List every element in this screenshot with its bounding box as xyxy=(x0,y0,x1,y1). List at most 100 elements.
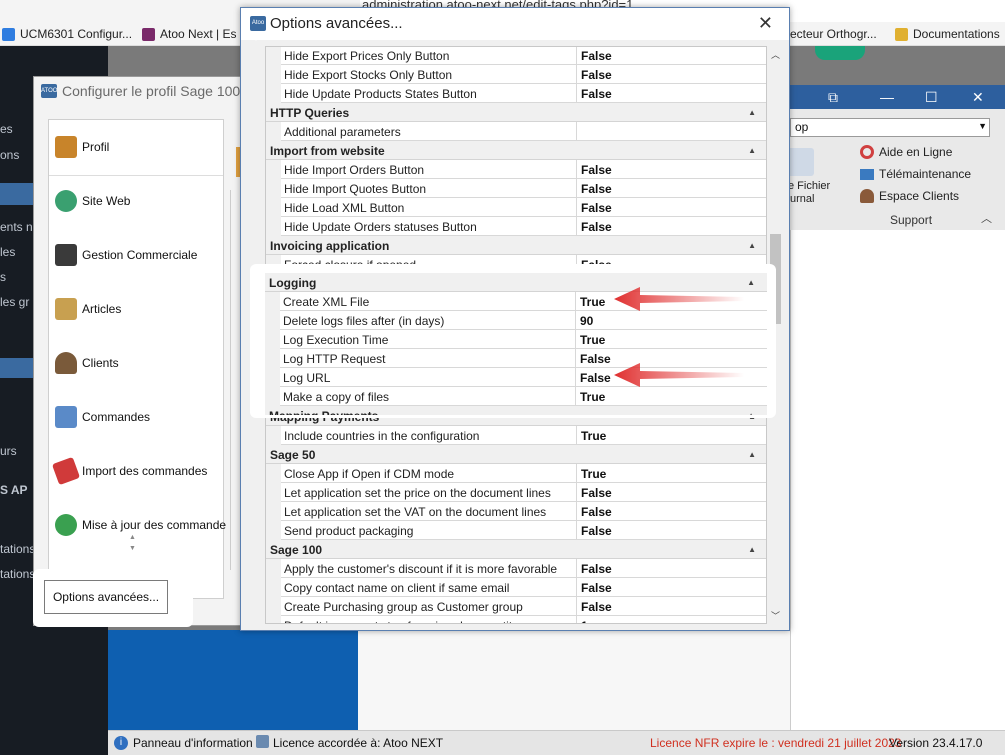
profile-combo[interactable]: op ▼ xyxy=(790,118,990,137)
aide-en-ligne-button[interactable]: Aide en Ligne xyxy=(860,145,952,159)
collapse-triangle-icon[interactable]: ▲ xyxy=(748,545,756,554)
property-row[interactable]: Let application set the price on the doc… xyxy=(266,483,766,502)
property-row[interactable]: Default increment step for prices by qua… xyxy=(266,616,766,623)
property-row[interactable]: Copy contact name on client if same emai… xyxy=(266,578,766,597)
property-row[interactable]: Log Execution TimeTrue xyxy=(265,330,767,349)
property-row[interactable]: Include countries in the configuration Tr… xyxy=(266,426,766,445)
property-row[interactable]: Send product packaging False xyxy=(266,521,766,540)
bookmark-ucm[interactable]: UCM6301 Configur... xyxy=(2,25,132,43)
minimize-icon[interactable]: — xyxy=(880,89,894,105)
close-icon[interactable]: ✕ xyxy=(758,13,773,34)
category-sage-50[interactable]: Sage 50 ▲ xyxy=(266,445,766,464)
nav-item-site-web[interactable]: Site Web xyxy=(55,190,130,212)
ribbon-fichier-label[interactable]: e Fichier xyxy=(788,180,830,192)
collapse-triangle-icon[interactable]: ▲ xyxy=(748,146,756,155)
property-value[interactable]: False xyxy=(577,483,766,502)
nav-item-articles[interactable]: Articles xyxy=(55,298,121,320)
property-value[interactable]: True xyxy=(577,426,766,445)
licence-expire-label: Licence NFR expire le : vendredi 21 juil… xyxy=(650,736,902,750)
collapse-triangle-icon[interactable]: ▲ xyxy=(748,241,756,250)
property-row[interactable]: Hide Load XML Button False xyxy=(266,198,766,217)
property-row[interactable]: Create Purchasing group as Customer grou… xyxy=(266,597,766,616)
property-name: Log URL xyxy=(280,368,576,387)
property-row[interactable]: Hide Export Stocks Only Button False xyxy=(266,65,766,84)
nav-item-gestion-commerciale[interactable]: Gestion Commerciale xyxy=(55,244,197,266)
red-arrow-icon xyxy=(614,363,744,387)
property-value[interactable]: False xyxy=(577,597,766,616)
sidebar-text: tations xyxy=(0,567,36,581)
dialog-titlebar: Atoo Sync Options avancées... ✕ xyxy=(241,8,789,41)
scroll-down-icon[interactable]: ﹀ xyxy=(771,609,780,622)
property-row[interactable]: Hide Import Quotes Button False xyxy=(266,179,766,198)
sidebar-text: es xyxy=(0,122,13,136)
sidebar-highlight xyxy=(0,183,36,205)
property-name: Send product packaging xyxy=(281,521,577,540)
property-value[interactable]: False xyxy=(577,47,766,65)
category-label: Invoicing application xyxy=(270,239,390,253)
telemaintenance-button[interactable]: Télémaintenance xyxy=(860,167,971,181)
collapse-triangle-icon[interactable]: ▲ xyxy=(748,108,756,117)
property-value[interactable]: False xyxy=(577,179,766,198)
property-row[interactable]: Additional parameters xyxy=(266,122,766,141)
row-gutter xyxy=(266,47,281,65)
property-value[interactable]: False xyxy=(577,84,766,103)
category-sage-100[interactable]: Sage 100 ▲ xyxy=(266,540,766,559)
property-value[interactable]: False xyxy=(577,578,766,597)
category-label: Import from website xyxy=(270,144,385,158)
nav-item-commandes[interactable]: Commandes xyxy=(55,406,150,428)
category-invoicing-application[interactable]: Invoicing application ▲ xyxy=(266,236,766,255)
property-value[interactable]: False xyxy=(577,65,766,84)
property-row[interactable]: Let application set the VAT on the docum… xyxy=(266,502,766,521)
property-row[interactable]: Apply the customer's discount if it is m… xyxy=(266,559,766,578)
category-http-queries[interactable]: HTTP Queries ▲ xyxy=(266,103,766,122)
nav-item-profil[interactable]: Profil xyxy=(55,136,109,158)
property-value[interactable]: False xyxy=(577,198,766,217)
property-name: Make a copy of files xyxy=(280,387,576,406)
property-row[interactable]: Hide Update Orders statuses Button False xyxy=(266,217,766,236)
property-value[interactable]: True xyxy=(577,464,766,483)
property-row[interactable]: Close App if Open if CDM mode True xyxy=(266,464,766,483)
maximize-icon[interactable]: ☐ xyxy=(925,89,938,106)
collapse-ribbon-icon[interactable]: ︿ xyxy=(981,210,992,226)
property-row[interactable]: Make a copy of filesTrue xyxy=(265,387,767,406)
property-row[interactable]: Hide Export Prices Only Button False xyxy=(266,47,766,65)
category-import-from-website[interactable]: Import from website ▲ xyxy=(266,141,766,160)
scroll-up-icon[interactable]: ︿ xyxy=(771,48,780,61)
nav-item-import-commandes[interactable]: Import des commandes xyxy=(51,456,207,486)
close-icon[interactable]: ✕ xyxy=(972,89,984,106)
info-panel-label[interactable]: Panneau d'information xyxy=(133,736,253,750)
red-arrow-icon xyxy=(614,287,744,311)
property-row[interactable]: Hide Import Orders Button False xyxy=(266,160,766,179)
property-value[interactable]: False xyxy=(577,502,766,521)
property-row[interactable]: Hide Update Products States Button False xyxy=(266,84,766,103)
nav-item-clients[interactable]: Clients xyxy=(55,352,119,374)
category-label: HTTP Queries xyxy=(270,106,350,120)
sage-content-area xyxy=(790,230,1005,730)
collapse-triangle-icon[interactable]: ▲ xyxy=(747,278,755,287)
bookmark-atoo[interactable]: Atoo Next | Es xyxy=(142,25,236,43)
category-label: Mapping Payments xyxy=(269,409,378,415)
property-value[interactable]: 1 xyxy=(577,616,766,623)
property-value[interactable]: False xyxy=(577,559,766,578)
nav-item-maj-commandes[interactable]: Mise à jour des commandes xyxy=(55,514,232,536)
property-value[interactable]: True xyxy=(576,387,767,406)
property-value[interactable]: False xyxy=(577,521,766,540)
property-value[interactable]: True xyxy=(576,330,767,349)
property-value[interactable]: 90 xyxy=(576,311,767,330)
bookmark-documentations[interactable]: Documentations xyxy=(895,25,1000,43)
collapse-triangle-icon[interactable]: ▲ xyxy=(747,411,755,415)
espace-clients-button[interactable]: Espace Clients xyxy=(860,189,959,203)
property-value[interactable] xyxy=(577,122,766,141)
scroll-arrows-icon[interactable]: ▲ ▼ xyxy=(129,532,136,554)
property-row[interactable]: Delete logs files after (in days)90 xyxy=(265,311,767,330)
property-value[interactable]: False xyxy=(577,217,766,236)
category-mapping-payments[interactable]: Mapping Payments ▲ xyxy=(265,406,767,415)
sidebar-text: urs xyxy=(0,444,17,458)
bookmark-correcteur[interactable]: ecteur Orthogr... xyxy=(790,25,877,43)
property-value[interactable]: False xyxy=(577,160,766,179)
toggle-switch[interactable] xyxy=(815,46,865,60)
restore-icon[interactable]: ⧉ xyxy=(828,89,838,106)
collapse-triangle-icon[interactable]: ▲ xyxy=(748,450,756,459)
info-icon: i xyxy=(114,736,128,750)
options-avancees-button[interactable]: Options avancées... xyxy=(44,580,168,614)
